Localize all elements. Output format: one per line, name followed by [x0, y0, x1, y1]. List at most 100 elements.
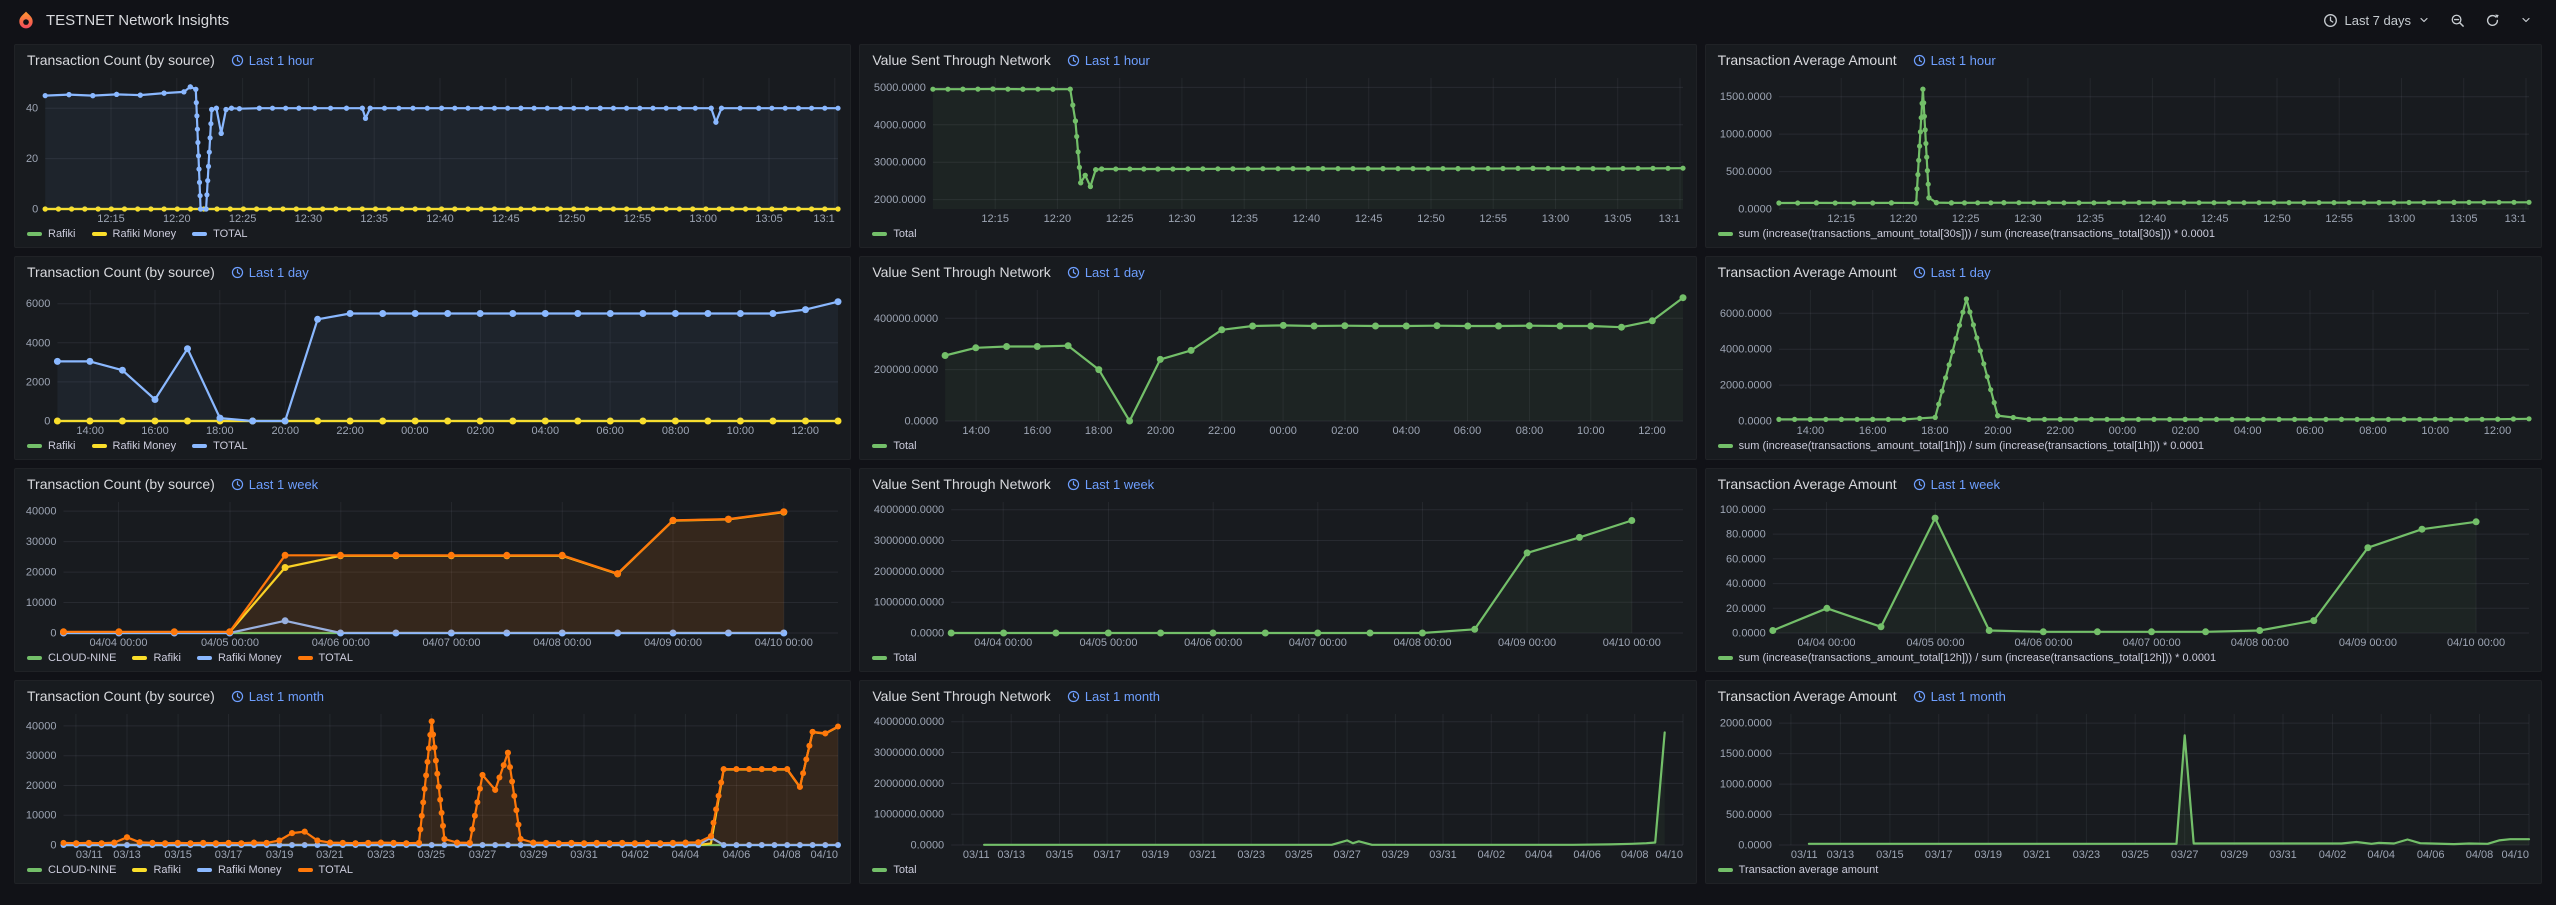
chart-canvas[interactable]: 0.0000500.00001000.00001500.000012:1512:…	[1712, 70, 2535, 226]
panel-header[interactable]: Transaction Average Amount Last 1 month	[1706, 681, 2541, 706]
series-marker	[1068, 87, 1073, 92]
legend-item[interactable]: Rafiki Money	[92, 228, 177, 240]
chart-canvas[interactable]: 0.00002000.00004000.00006000.000014:0016…	[1712, 282, 2535, 438]
panel-time-range-link[interactable]: Last 1 week	[231, 477, 318, 492]
series-marker	[1051, 87, 1056, 92]
series-marker	[282, 552, 289, 559]
legend-item[interactable]: TOTAL	[298, 652, 353, 664]
legend-item[interactable]: CLOUD-NINE	[27, 652, 116, 664]
legend-item[interactable]: Rafiki	[27, 228, 76, 240]
legend-item[interactable]: TOTAL	[298, 864, 353, 876]
panel-header[interactable]: Transaction Average Amount Last 1 hour	[1706, 45, 2541, 70]
series-marker	[558, 106, 563, 111]
legend-item[interactable]: sum (increase(transactions_amount_total[…	[1718, 440, 2204, 452]
legend-item[interactable]: Rafiki	[132, 864, 181, 876]
legend-item[interactable]: TOTAL	[192, 440, 247, 452]
legend-item[interactable]: Total	[872, 864, 916, 876]
series-line	[1809, 735, 2529, 844]
legend-label: Total	[893, 864, 916, 876]
series-marker	[1807, 417, 1812, 422]
legend-item[interactable]: Total	[872, 440, 916, 452]
panel-header[interactable]: Value Sent Through Network Last 1 week	[860, 469, 1695, 494]
panel-header[interactable]: Transaction Average Amount Last 1 day	[1706, 257, 2541, 282]
y-tick-label: 4000.0000	[874, 119, 926, 131]
legend-item[interactable]: Rafiki Money	[197, 864, 282, 876]
legend-label: Total	[893, 652, 916, 664]
series-marker	[505, 106, 510, 111]
series-marker	[1932, 415, 1937, 420]
series-marker	[1917, 144, 1922, 149]
grafana-logo-icon[interactable]	[16, 10, 36, 30]
panel-header[interactable]: Value Sent Through Network Last 1 month	[860, 681, 1695, 706]
panel-time-range-link[interactable]: Last 1 day	[1913, 265, 1991, 280]
legend-item[interactable]: TOTAL	[192, 228, 247, 240]
panel-time-range-link[interactable]: Last 1 month	[231, 689, 324, 704]
panel-header[interactable]: Transaction Count (by source) Last 1 day	[15, 257, 850, 282]
series-marker	[2432, 417, 2437, 422]
panel-header[interactable]: Transaction Average Amount Last 1 week	[1706, 469, 2541, 494]
panel-time-range-link[interactable]: Last 1 week	[1913, 477, 2000, 492]
legend-item[interactable]: CLOUD-NINE	[27, 864, 116, 876]
series-marker	[257, 106, 262, 111]
x-tick-label: 00:00	[2108, 425, 2136, 437]
panel-time-range-link[interactable]: Last 1 day	[231, 265, 309, 280]
legend-item[interactable]: sum (increase(transactions_amount_total[…	[1718, 652, 2217, 664]
x-tick-label: 03/29	[520, 849, 548, 861]
panel-time-range-link[interactable]: Last 1 hour	[1067, 53, 1150, 68]
x-tick-label: 16:00	[141, 425, 169, 437]
legend-item[interactable]: Rafiki	[27, 440, 76, 452]
x-tick-label: 13:05	[1604, 213, 1632, 225]
y-tick-label: 10000	[26, 597, 57, 609]
chart-canvas[interactable]: 0.000020.000040.000060.000080.0000100.00…	[1712, 494, 2535, 650]
legend-item[interactable]: Rafiki	[132, 652, 181, 664]
panel-time-range-link[interactable]: Last 1 month	[1913, 689, 2006, 704]
chart-canvas[interactable]: 01000020000300004000004/04 00:0004/05 00…	[21, 494, 844, 650]
legend-swatch	[92, 444, 107, 448]
chart-canvas[interactable]: 01000020000300004000003/1103/1303/1503/1…	[21, 706, 844, 862]
series-marker	[162, 840, 168, 846]
chart-canvas[interactable]: 0.00001000000.00002000000.00003000000.00…	[866, 706, 1689, 862]
series-marker	[695, 839, 701, 845]
zoom-out-button[interactable]	[2442, 7, 2473, 34]
panel-header[interactable]: Value Sent Through Network Last 1 day	[860, 257, 1695, 282]
series-marker	[780, 508, 787, 515]
panel-time-range-link[interactable]: Last 1 day	[1067, 265, 1145, 280]
time-range-picker[interactable]: Last 7 days	[2315, 7, 2439, 34]
series-marker	[1946, 362, 1951, 367]
chart-canvas[interactable]: 0.00001000000.00002000000.00003000000.00…	[866, 494, 1689, 650]
series-marker	[1114, 166, 1119, 171]
series-marker	[624, 106, 629, 111]
series-marker	[1618, 324, 1625, 331]
panel-time-range-link[interactable]: Last 1 hour	[1913, 53, 1996, 68]
chart-canvas[interactable]: 0204012:1512:2012:2512:3012:3512:4012:45…	[21, 70, 844, 226]
series-marker	[733, 766, 739, 772]
legend-item[interactable]: Total	[872, 652, 916, 664]
chart-canvas[interactable]: 0.0000200000.0000400000.000014:0016:0018…	[866, 282, 1689, 438]
x-tick-label: 08:00	[2359, 425, 2387, 437]
legend-item[interactable]: Total	[872, 228, 916, 240]
panel-header[interactable]: Transaction Count (by source) Last 1 hou…	[15, 45, 850, 70]
panel-time-range-link[interactable]: Last 1 hour	[231, 53, 314, 68]
series-marker	[1342, 322, 1349, 329]
legend-item[interactable]: Rafiki Money	[92, 440, 177, 452]
legend-item[interactable]: Transaction average amount	[1718, 864, 1879, 876]
chart-canvas[interactable]: 020004000600014:0016:0018:0020:0022:0000…	[21, 282, 844, 438]
series-marker	[1970, 322, 1975, 327]
panel-header[interactable]: Transaction Count (by source) Last 1 mon…	[15, 681, 850, 706]
refresh-button[interactable]	[2477, 7, 2508, 34]
series-marker	[532, 106, 537, 111]
chart-canvas[interactable]: 2000.00003000.00004000.00005000.000012:1…	[866, 70, 1689, 226]
series-marker	[1591, 166, 1596, 171]
refresh-interval-dropdown[interactable]	[2512, 8, 2540, 32]
y-tick-label: 0.0000	[1738, 416, 1772, 428]
panel-header[interactable]: Value Sent Through Network Last 1 hour	[860, 45, 1695, 70]
chart-canvas[interactable]: 0.0000500.00001000.00001500.00002000.000…	[1712, 706, 2535, 862]
panel-time-range-link[interactable]: Last 1 week	[1067, 477, 1154, 492]
legend-item[interactable]: sum (increase(transactions_amount_total[…	[1718, 228, 2215, 240]
legend-swatch	[298, 656, 313, 660]
series-marker	[2316, 200, 2321, 205]
series-marker	[2136, 200, 2141, 205]
panel-header[interactable]: Transaction Count (by source) Last 1 wee…	[15, 469, 850, 494]
panel-time-range-link[interactable]: Last 1 month	[1067, 689, 1160, 704]
legend-item[interactable]: Rafiki Money	[197, 652, 282, 664]
